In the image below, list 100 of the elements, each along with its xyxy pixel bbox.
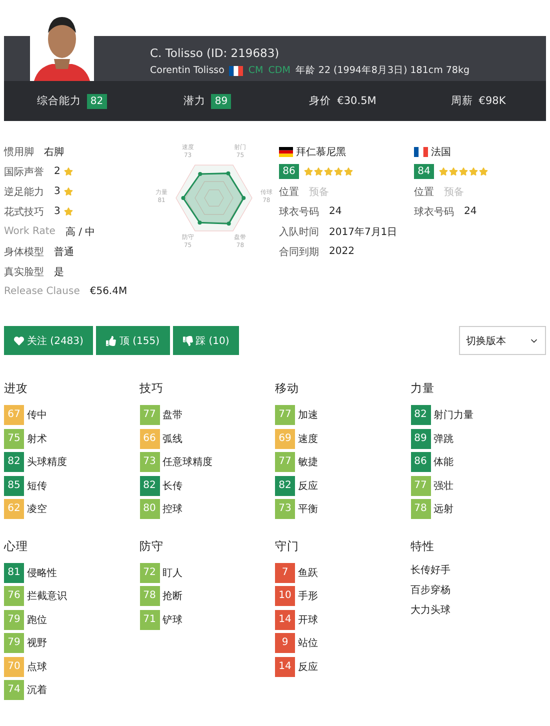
profile-label: Release Clause <box>4 286 80 297</box>
stat-badge: 73 <box>140 452 160 472</box>
stat-badge: 66 <box>140 428 160 448</box>
rating-badge: 89 <box>211 94 232 108</box>
profile-label: Work Rate <box>4 226 56 237</box>
stat-name: 反应 <box>298 480 318 492</box>
stat-name: 加速 <box>298 408 318 422</box>
stat-name: 视野 <box>27 636 47 650</box>
summary-label: 综合能力 <box>36 94 81 108</box>
stat-name: 点球 <box>27 660 47 674</box>
stat-name: 短传 <box>27 480 47 492</box>
player-title: C. Tolisso (ID: 219683) <box>150 46 280 60</box>
stat-badge: 80 <box>140 499 160 519</box>
stat-badge: 82 <box>140 476 160 496</box>
stat-name: 射术 <box>27 432 47 446</box>
profile-label: 逆足能力 <box>4 186 44 198</box>
flag-icon <box>414 146 428 156</box>
stat-name: 开球 <box>298 614 318 626</box>
stat-badge: 14 <box>275 610 295 630</box>
team-field-value: 24 <box>329 206 342 217</box>
stat-badge: 85 <box>4 476 24 496</box>
stat-badge: 10 <box>275 586 295 606</box>
stat-badge: 78 <box>140 586 160 606</box>
summary-label: 身价 <box>309 94 332 108</box>
group-title: 心理 <box>4 538 29 554</box>
stat-name: 弧线 <box>162 432 182 446</box>
profile-value: 3 <box>54 206 60 217</box>
team-field-value: 24 <box>464 206 477 217</box>
stat-name: 体能 <box>434 456 454 469</box>
thumbs-down-icon <box>182 336 193 346</box>
stat-name: 手形 <box>298 590 318 603</box>
stat-name: 强壮 <box>434 480 454 492</box>
stat-name: 平衡 <box>298 503 318 516</box>
heart-button[interactable]: 关注 (2483) <box>4 326 94 355</box>
stat-badge: 77 <box>140 405 160 425</box>
position-label: CDM <box>268 65 290 76</box>
stat-badge: 75 <box>4 428 24 448</box>
stat-name: 任意球精度 <box>162 456 212 469</box>
team-field-label: 合同到期 <box>279 246 319 258</box>
thumbs-up-icon <box>106 336 116 346</box>
player-name: Corentin Tolisso <box>150 65 224 76</box>
profile-value: 3 <box>54 186 60 197</box>
team-name: 拜仁慕尼黑 <box>296 146 346 158</box>
stat-name: 传中 <box>27 408 47 422</box>
stat-badge: 86 <box>410 452 430 472</box>
profile-value: 2 <box>54 166 60 177</box>
stat-badge: 74 <box>4 680 24 700</box>
stat-name: 跑位 <box>27 614 47 626</box>
stat-badge: 77 <box>275 452 295 472</box>
group-title: 力量 <box>410 381 436 396</box>
team-field-label: 位置 <box>414 186 434 198</box>
stat-name: 盘带 <box>162 408 182 422</box>
trait-label: 长传好手 <box>410 564 452 578</box>
version-select[interactable]: 切换版本 <box>459 326 546 355</box>
thumbs-up-button[interactable]: 顶 (155) <box>96 326 170 355</box>
stat-badge: 79 <box>4 633 24 653</box>
group-title: 特性 <box>410 538 436 554</box>
stat-name: 弹跳 <box>434 432 454 446</box>
stat-badge: 71 <box>140 610 160 630</box>
stat-name: 反应 <box>298 660 318 674</box>
group-title: 技巧 <box>140 381 164 396</box>
profile-value: 是 <box>54 266 64 278</box>
summary-value: €98K <box>478 95 506 107</box>
group-title: 移动 <box>275 381 300 396</box>
profile-value: 右脚 <box>44 146 64 158</box>
thumbs-down-button[interactable]: 踩 (10) <box>172 326 240 355</box>
player-details: 年龄 22 (1994年8月3日) 181cm 78kg <box>295 64 470 77</box>
stat-name: 远射 <box>434 502 454 516</box>
profile-value: €56.4M <box>90 286 128 297</box>
team-field-label: 位置 <box>279 186 299 198</box>
profile-value: 普通 <box>54 246 74 258</box>
stat-badge: 77 <box>275 405 295 425</box>
stat-name: 射门力量 <box>434 408 474 422</box>
stat-badge: 78 <box>410 499 430 519</box>
profile-label: 花式技巧 <box>4 206 44 218</box>
stat-badge: 82 <box>4 452 24 472</box>
profile-label: 国际声誉 <box>4 166 44 178</box>
stat-badge: 69 <box>275 428 295 448</box>
stat-name: 鱼跃 <box>298 566 318 580</box>
flag-icon <box>279 146 293 156</box>
stat-badge: 70 <box>4 656 24 676</box>
stat-badge: 76 <box>4 586 24 606</box>
profile-label: 惯用脚 <box>4 146 34 158</box>
position-label: CM <box>248 65 264 76</box>
team-field-value: 预备 <box>309 186 329 198</box>
stat-badge: 82 <box>410 405 430 425</box>
group-title: 进攻 <box>4 381 29 396</box>
stat-badge: 67 <box>4 405 24 425</box>
flag-icon <box>229 66 244 76</box>
profile-label: 真实脸型 <box>4 266 44 278</box>
heart-icon <box>14 336 24 346</box>
group-title: 守门 <box>275 538 300 554</box>
profile-label: 身体模型 <box>4 246 44 258</box>
star-icon <box>64 187 74 196</box>
stat-badge: 72 <box>140 562 160 582</box>
summary-label: 周薪 <box>450 94 473 108</box>
stat-badge: 14 <box>275 656 295 676</box>
stat-name: 拦截意识 <box>27 590 67 603</box>
rating-badge: 82 <box>86 94 107 108</box>
stat-badge: 79 <box>4 610 24 630</box>
